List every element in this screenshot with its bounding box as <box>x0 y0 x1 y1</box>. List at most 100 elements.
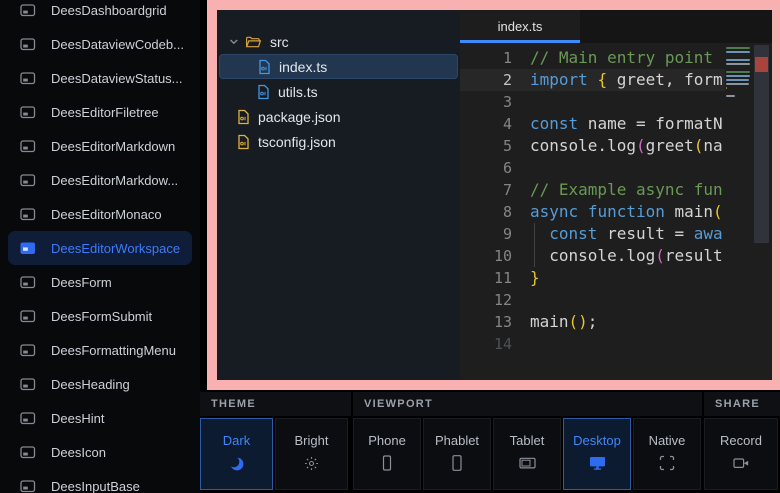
code-line-1: 1 // Main entry point <box>460 47 725 69</box>
code-text <box>530 333 725 355</box>
viewport-section-label: VIEWPORT <box>353 392 702 416</box>
sun-icon <box>303 454 320 472</box>
minimap[interactable] <box>725 45 752 103</box>
sidebar-item-label: DeesEditorMarkdown <box>51 139 175 154</box>
chevron-down-icon[interactable] <box>229 37 241 46</box>
button-label: Native <box>649 433 686 448</box>
sidebar-item-label: DeesForm <box>51 275 112 290</box>
share-buttons: Record <box>704 418 780 490</box>
minimap-line <box>726 75 750 77</box>
minimap-line <box>726 63 750 65</box>
line-number: 1 <box>460 47 512 69</box>
line-number: 8 <box>460 201 512 223</box>
code-token: const <box>549 224 597 243</box>
tab-index-ts[interactable]: index.ts <box>460 10 580 43</box>
sidebar-item-deesformsubmit[interactable]: DeesFormSubmit <box>0 299 200 333</box>
scrollbar-thumb[interactable] <box>754 45 769 243</box>
file-row-package-json[interactable]: package.json <box>219 104 458 129</box>
line-number: 12 <box>460 289 512 311</box>
viewport-button-tablet[interactable]: Tablet <box>493 418 561 490</box>
theme-section-label: THEME <box>200 392 351 416</box>
code-token: } <box>530 268 540 287</box>
viewport-button-native[interactable]: Native <box>633 418 701 490</box>
code-line-14: 14 <box>460 333 725 355</box>
code-lines: 1// Main entry point2import { greet, for… <box>460 47 725 355</box>
minimap-line <box>726 59 750 61</box>
code-token: ( <box>655 246 665 265</box>
sidebar-item-label: DeesHint <box>51 411 104 426</box>
sidebar-item-deesicon[interactable]: DeesIcon <box>0 435 200 469</box>
sidebar-item-deesdashboardgrid[interactable]: DeesDashboardgrid <box>0 0 200 27</box>
sidebar-item-deesheading[interactable]: DeesHeading <box>0 367 200 401</box>
code-text: // Main entry point <box>530 47 725 69</box>
code-text <box>530 289 725 311</box>
sidebar-item-label: DeesEditorMarkdow... <box>51 173 178 188</box>
file-json-icon <box>237 134 250 150</box>
minimap-line <box>726 87 727 89</box>
sidebar-item-deeseditormarkdown[interactable]: DeesEditorMarkdown <box>0 129 200 163</box>
file-row-index-ts[interactable]: index.ts <box>219 54 458 79</box>
sidebar-item-deesdataviewstatus[interactable]: DeesDataviewStatus... <box>0 61 200 95</box>
editor-scrollbar[interactable] <box>752 43 772 380</box>
viewport-button-desktop[interactable]: Desktop <box>563 418 631 490</box>
sidebar-item-label: DeesDataviewCodeb... <box>51 37 184 52</box>
file-tree-panel: src index.ts utils.ts package.json tsconfig.… <box>217 10 460 380</box>
component-icon <box>20 4 36 17</box>
record-icon <box>733 454 750 472</box>
code-token: async <box>530 202 578 221</box>
file-label: tsconfig.json <box>258 134 336 150</box>
line-number: 6 <box>460 157 512 179</box>
sidebar-item-deeseditormarkdow[interactable]: DeesEditorMarkdow... <box>0 163 200 197</box>
theme-button-bright[interactable]: Bright <box>275 418 348 490</box>
code-line-9: 9 const result = awa <box>460 223 725 245</box>
code-token <box>578 202 588 221</box>
code-line-3: 3 <box>460 91 725 113</box>
sidebar-item-deeshint[interactable]: DeesHint <box>0 401 200 435</box>
code-line-10: 10 console.log(result <box>460 245 725 267</box>
folder-open-icon <box>245 35 262 49</box>
theme-button-dark[interactable]: Dark <box>200 418 273 490</box>
phablet-icon <box>449 454 465 472</box>
button-label: Desktop <box>573 433 621 448</box>
button-label: Phone <box>368 433 406 448</box>
file-label: index.ts <box>279 59 327 75</box>
sidebar-item-label: DeesDashboardgrid <box>51 3 167 18</box>
file-ts-icon <box>257 84 270 100</box>
file-row-utils-ts[interactable]: utils.ts <box>219 79 458 104</box>
component-icon <box>20 276 36 289</box>
code-text: console.log(result <box>530 245 725 267</box>
component-icon <box>20 106 36 119</box>
code-text: // Example async fun <box>530 179 725 201</box>
file-row-tsconfig-json[interactable]: tsconfig.json <box>219 129 458 154</box>
sidebar-item-deesinputbase[interactable]: DeesInputBase <box>0 469 200 493</box>
minimap-line <box>726 51 750 53</box>
code-text: import { greet, form <box>530 69 725 91</box>
minimap-line <box>726 95 735 97</box>
error-marker <box>755 57 768 72</box>
line-number: 13 <box>460 311 512 333</box>
code-area[interactable]: 1// Main entry point2import { greet, for… <box>460 43 772 380</box>
sidebar-item-deesdataviewcodeb[interactable]: DeesDataviewCodeb... <box>0 27 200 61</box>
sidebar-item-deesform[interactable]: DeesForm <box>0 265 200 299</box>
component-icon <box>20 38 36 51</box>
line-number: 9 <box>460 223 512 245</box>
folder-row-src[interactable]: src <box>219 29 458 54</box>
code-token: { <box>597 70 607 89</box>
sidebar-item-deeseditormonaco[interactable]: DeesEditorMonaco <box>0 197 200 231</box>
component-icon <box>20 412 36 425</box>
code-token: const <box>530 114 578 133</box>
line-number: 10 <box>460 245 512 267</box>
viewport-button-phablet[interactable]: Phablet <box>423 418 491 490</box>
theme-buttons: DarkBright <box>200 418 351 490</box>
control-bar-buttons: DarkBright Phone PhabletTablet Desktop Nati… <box>200 418 780 490</box>
sidebar-item-deesformattingmenu[interactable]: DeesFormattingMenu <box>0 333 200 367</box>
sidebar-item-deeseditorfiletree[interactable]: DeesEditorFiletree <box>0 95 200 129</box>
component-icon <box>20 344 36 357</box>
file-label: utils.ts <box>278 84 318 100</box>
share-button-record[interactable]: Record <box>704 418 778 490</box>
code-text <box>530 157 725 179</box>
code-token: main <box>665 202 713 221</box>
sidebar-item-label: DeesEditorFiletree <box>51 105 159 120</box>
sidebar-item-deeseditorworkspace[interactable]: DeesEditorWorkspace <box>8 231 192 265</box>
viewport-button-phone[interactable]: Phone <box>353 418 421 490</box>
